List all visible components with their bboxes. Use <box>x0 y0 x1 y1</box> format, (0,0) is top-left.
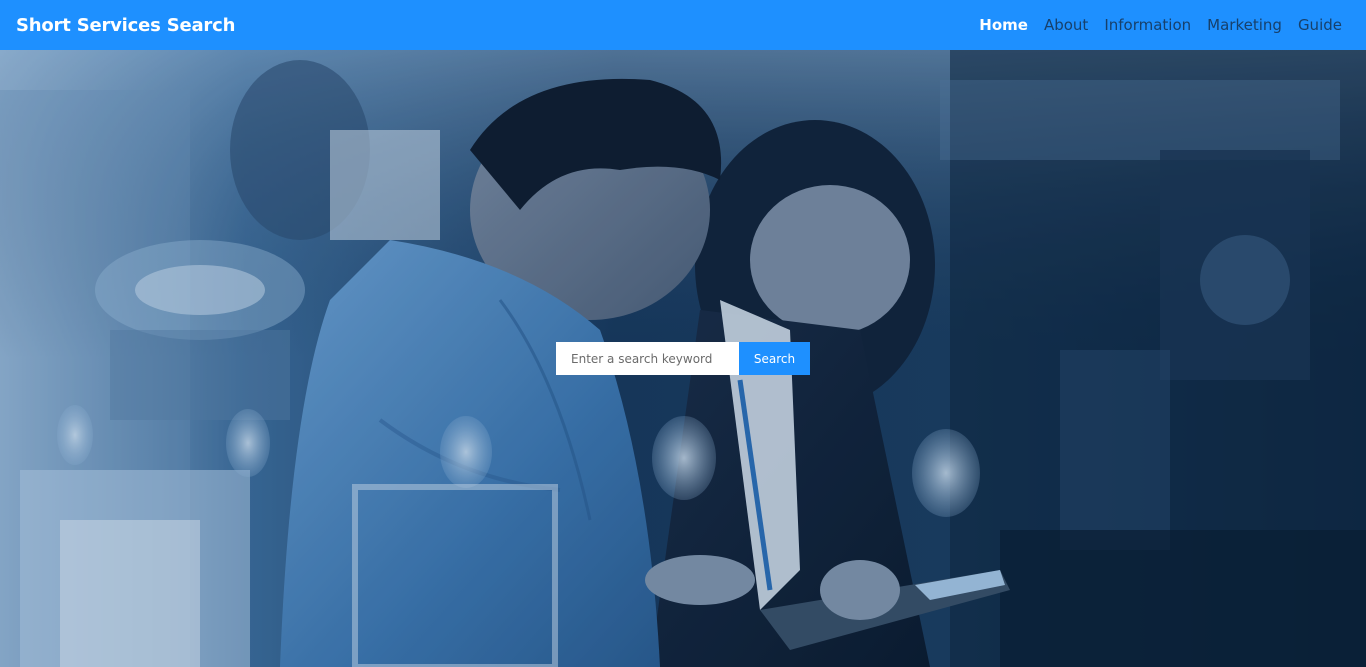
search-form: Search <box>556 342 810 375</box>
nav-link-about[interactable]: About <box>1044 16 1088 34</box>
top-navbar: Short Services Search Home About Informa… <box>0 0 1366 50</box>
search-input[interactable] <box>556 342 739 375</box>
brand-link[interactable]: Short Services Search <box>16 15 235 36</box>
nav-link-guide[interactable]: Guide <box>1298 16 1342 34</box>
nav-link-home[interactable]: Home <box>979 16 1028 34</box>
nav-link-information[interactable]: Information <box>1104 16 1191 34</box>
search-button[interactable]: Search <box>739 342 810 375</box>
nav-link-marketing[interactable]: Marketing <box>1207 16 1282 34</box>
nav-menu: Home About Information Marketing Guide <box>979 16 1342 34</box>
hero-section: Search <box>0 50 1366 667</box>
